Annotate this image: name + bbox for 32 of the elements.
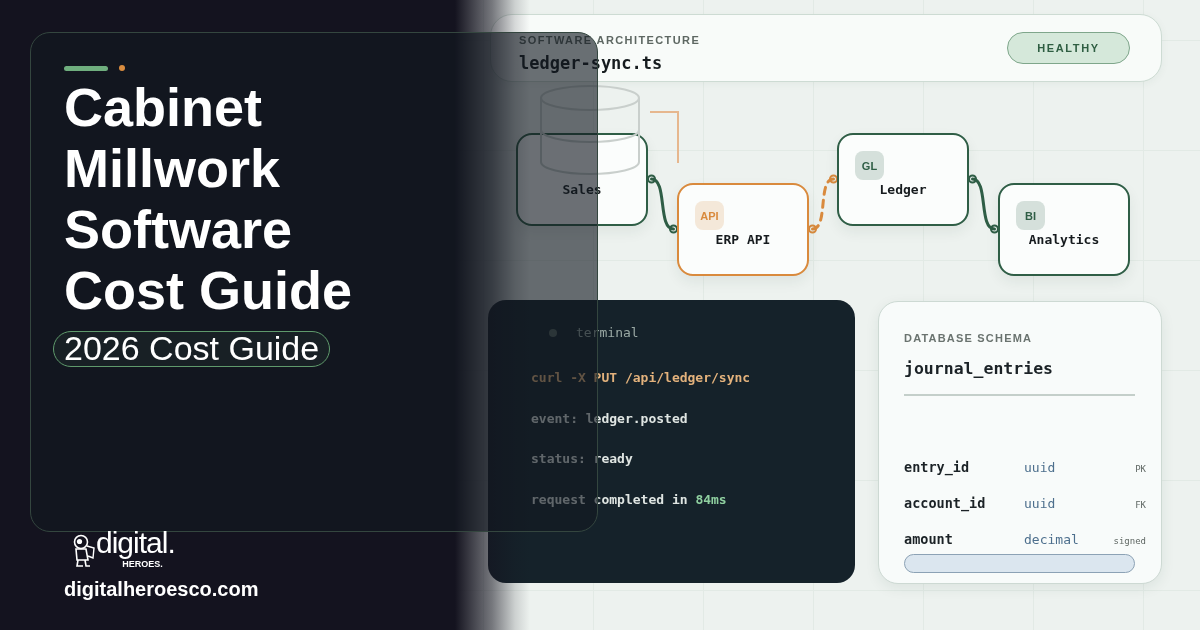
terminal-line: event: ledger.posted bbox=[531, 409, 688, 428]
subtitle-pill: 2026 Cost Guide bbox=[53, 331, 331, 367]
terminal-line: curl -X PUT /api/ledger/sync bbox=[531, 369, 751, 387]
node-label: Analytics bbox=[1027, 231, 1101, 249]
key-label: signed bbox=[1113, 535, 1146, 548]
status-badge: HEALTHY bbox=[1007, 32, 1130, 64]
column-type: decimal bbox=[1024, 531, 1079, 549]
website-url: digitalheroesco.com bbox=[64, 578, 259, 600]
section-label: SOFTWARE ARCHITECTURE bbox=[519, 34, 701, 47]
corner-bracket bbox=[650, 111, 679, 163]
key-label: FK bbox=[1135, 499, 1146, 512]
terminal-line: status: ready bbox=[531, 450, 633, 468]
node-label: ERP API bbox=[714, 231, 772, 249]
logo-tagline: HEROES. bbox=[122, 559, 163, 569]
section-label: DATABASE SCHEMA bbox=[904, 331, 1033, 345]
column-name: account_id bbox=[904, 494, 986, 512]
column-type: uuid bbox=[1024, 495, 1056, 513]
node-label: Ledger bbox=[878, 181, 928, 199]
column-type: uuid bbox=[1024, 459, 1056, 477]
dot-icon bbox=[119, 65, 125, 71]
hero-title: Cabinet Millwork Software Cost Guide bbox=[64, 77, 353, 321]
key-label: PK bbox=[1135, 463, 1146, 476]
column-name: amount bbox=[904, 530, 953, 548]
dot-icon bbox=[549, 329, 557, 337]
accent-line bbox=[64, 65, 108, 71]
table-name: journal_entries bbox=[904, 358, 1053, 380]
column-name: entry_id bbox=[904, 458, 970, 476]
logo-wordmark: digital. bbox=[96, 527, 175, 559]
astronaut-icon bbox=[72, 534, 96, 568]
terminal-line: request completed in 84ms bbox=[531, 490, 727, 509]
terminal-title: terminal bbox=[576, 325, 639, 341]
database-icon bbox=[539, 85, 641, 175]
